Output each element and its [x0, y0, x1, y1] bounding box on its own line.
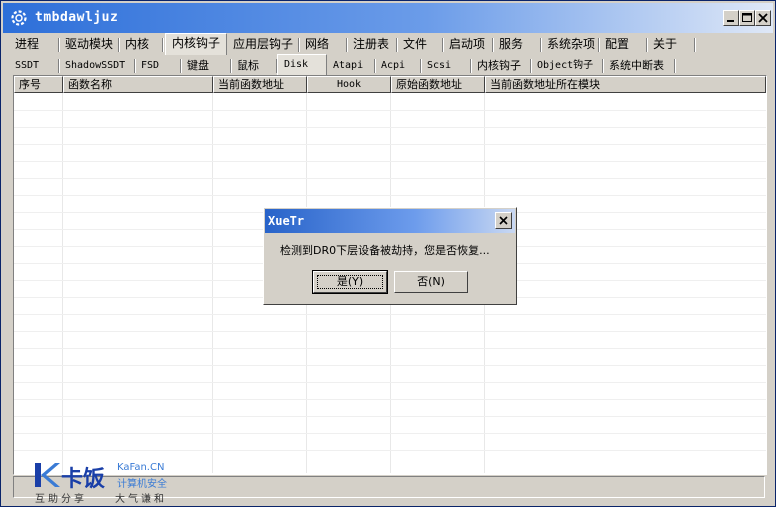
maximize-button[interactable] — [739, 10, 755, 26]
tab-process[interactable]: 进程 — [9, 35, 59, 55]
tab-startup[interactable]: 启动项 — [443, 35, 493, 55]
close-button[interactable] — [755, 10, 771, 26]
main-window: tmbdawljuz 进程 驱动模块 内核 内核钩子 应用层钩子 网络 注册表 … — [0, 0, 776, 507]
subtab-disk[interactable]: Disk — [277, 54, 327, 76]
tab-registry[interactable]: 注册表 — [347, 35, 397, 55]
subtab-scsi[interactable]: Scsi — [421, 56, 471, 76]
subtab-keyboard[interactable]: 键盘 — [181, 56, 231, 76]
kafan-logo-icon — [35, 463, 60, 487]
kafan-brand: 卡饭 — [61, 467, 106, 492]
minimize-icon — [727, 20, 734, 22]
tab-file[interactable]: 文件 — [397, 35, 443, 55]
grid-line — [14, 144, 766, 145]
dialog-message: 检测到DR0下层设备被劫持，您是否恢复... — [280, 244, 490, 257]
grid-line — [14, 127, 766, 128]
subtab-mouse[interactable]: 鼠标 — [231, 56, 277, 76]
window-title: tmbdawljuz — [35, 10, 119, 25]
column-header-original-address[interactable]: 原始函数地址 — [391, 76, 485, 93]
subtab-ssdt[interactable]: SSDT — [9, 56, 59, 76]
tab-drivers[interactable]: 驱动模块 — [59, 35, 119, 55]
tab-kernel-hooks[interactable]: 内核钩子 — [165, 33, 227, 55]
maximize-icon — [742, 13, 752, 22]
grid-line — [14, 178, 766, 179]
tab-about[interactable]: 关于 — [647, 35, 695, 55]
kafan-slogan-right: 大气谦和 — [115, 494, 167, 505]
grid-line — [14, 331, 766, 332]
grid-line — [14, 416, 766, 417]
yes-button[interactable]: 是(Y) — [312, 270, 388, 294]
grid-line — [14, 314, 766, 315]
dialog-title: XueTr — [268, 214, 305, 228]
column-header-hook[interactable]: Hook — [307, 76, 391, 93]
column-header-function-name[interactable]: 函数名称 — [63, 76, 213, 93]
subtab-acpi[interactable]: Acpi — [375, 56, 421, 76]
column-header-current-address[interactable]: 当前函数地址 — [213, 76, 307, 93]
no-button-label: 否(N) — [417, 275, 445, 288]
tab-misc[interactable]: 系统杂项 — [541, 35, 599, 55]
sub-tab-bar: SSDT ShadowSSDT FSD 键盘 鼠标 Disk Atapi Acp… — [5, 54, 771, 76]
column-header-module[interactable]: 当前函数地址所在模块 — [485, 76, 766, 93]
subtab-object-hooks[interactable]: Object钩子 — [531, 56, 603, 76]
column-header-index[interactable]: 序号 — [14, 76, 63, 93]
dialog-title-bar[interactable]: XueTr — [265, 209, 515, 233]
tab-config[interactable]: 配置 — [599, 35, 647, 55]
title-bar[interactable]: tmbdawljuz — [3, 3, 773, 33]
minimize-button[interactable] — [723, 10, 739, 26]
subtab-atapi[interactable]: Atapi — [327, 56, 375, 76]
main-tab-bar: 进程 驱动模块 内核 内核钩子 应用层钩子 网络 注册表 文件 启动项 服务 系… — [5, 33, 771, 55]
grid-line — [14, 110, 766, 111]
close-icon — [499, 216, 508, 225]
focus-rect — [317, 275, 383, 289]
app-gear-icon — [11, 10, 27, 26]
grid-line — [14, 195, 766, 196]
kafan-site: KaFan.CN — [117, 462, 165, 473]
grid-line — [14, 399, 766, 400]
grid-line — [14, 450, 766, 451]
kafan-slogan-left: 互助分享 — [35, 494, 87, 505]
grid-line — [14, 433, 766, 434]
grid-line — [14, 161, 766, 162]
kafan-subtitle: 计算机安全 — [117, 479, 167, 490]
no-button[interactable]: 否(N) — [394, 271, 468, 293]
subtab-kernel-hooks[interactable]: 内核钩子 — [471, 56, 531, 76]
subtab-shadowssdt[interactable]: ShadowSSDT — [59, 56, 135, 76]
grid-line — [14, 365, 766, 366]
subtab-idt[interactable]: 系统中断表 — [603, 56, 675, 76]
tab-kernel[interactable]: 内核 — [119, 35, 163, 55]
tab-network[interactable]: 网络 — [299, 35, 347, 55]
subtab-fsd[interactable]: FSD — [135, 56, 181, 76]
grid-line — [14, 348, 766, 349]
dialog-close-button[interactable] — [495, 212, 512, 229]
restore-dialog: XueTr 检测到DR0下层设备被劫持，您是否恢复... 是(Y) 否(N) — [263, 207, 517, 305]
tab-services[interactable]: 服务 — [493, 35, 541, 55]
kafan-watermark: 卡饭 KaFan.CN 计算机安全 互助分享 大气谦和 — [31, 461, 191, 505]
tab-app-hooks[interactable]: 应用层钩子 — [227, 35, 299, 55]
close-icon — [758, 13, 768, 23]
grid-line — [14, 382, 766, 383]
list-header: 序号 函数名称 当前函数地址 Hook 原始函数地址 当前函数地址所在模块 — [14, 76, 766, 93]
